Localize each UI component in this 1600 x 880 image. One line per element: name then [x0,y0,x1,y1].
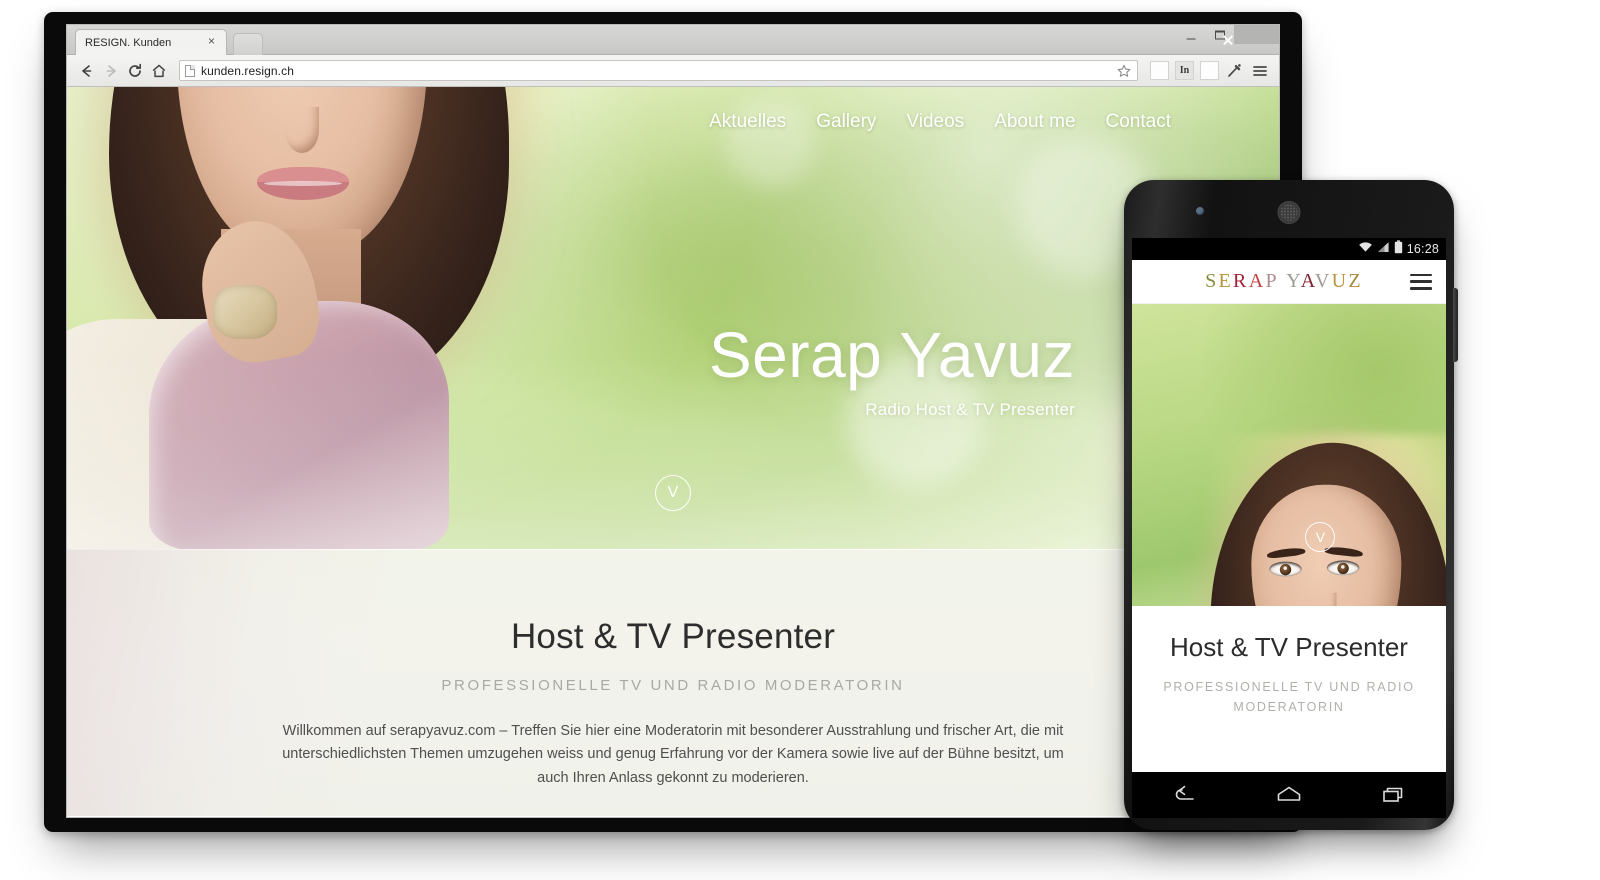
logo-letter: Y [1286,270,1301,292]
logo-letter: R [1233,270,1249,292]
nav-item-gallery[interactable]: Gallery [816,111,876,133]
recents-nav-icon[interactable] [1371,780,1417,810]
reload-icon[interactable] [123,59,147,83]
hero-title: Serap Yavuz [708,319,1075,391]
hamburger-menu-icon[interactable] [1249,60,1271,82]
browser-toolbar: kunden.resign.ch In [67,55,1279,87]
browser-tab-strip: RESIGN. Kunden × [67,25,1279,55]
mobile-intro-subheading: PROFESSIONELLE TV UND RADIO MODERATORIN [1163,680,1415,714]
window-minimize-button[interactable] [1176,25,1205,44]
logo-letter: E [1218,270,1234,292]
android-status-bar: 16:28 [1132,238,1446,260]
hero-section: Aktuelles Gallery Videos About me Contac… [67,87,1279,549]
hero-text-block: Serap Yavuz Radio Host & TV Presenter [708,319,1075,420]
logo-letter: Z [1348,270,1363,292]
mobile-hero-section: V [1132,304,1446,606]
back-nav-icon[interactable] [1161,780,1207,810]
hero-subtitle: Radio Host & TV Presenter [865,400,1075,420]
extension-linkedin-icon[interactable]: In [1175,61,1194,80]
desktop-monitor-frame: RESIGN. Kunden × kunden.resign.ch In Akt… [44,12,1302,832]
tab-close-icon[interactable]: × [205,35,218,48]
new-tab-button[interactable] [233,33,263,55]
logo-letter: U [1331,270,1349,292]
logo-letter: A [1248,270,1266,292]
hero-portrait-photo [67,87,613,549]
nav-item-contact[interactable]: Contact [1106,111,1171,133]
front-camera-icon [1196,207,1204,215]
mobile-site-header: SERAP YAVUZ [1132,260,1446,304]
mobile-intro-heading: Host & TV Presenter [1170,632,1408,662]
mobile-intro-section: Host & TV Presenter PROFESSIONELLE TV UN… [1132,606,1446,772]
extension-blank-2[interactable] [1200,61,1219,80]
logo-letter: V [1314,270,1332,292]
address-bar[interactable]: kunden.resign.ch [179,60,1138,81]
intro-body-text: Willkommen auf serapyavuz.com – Treffen … [282,723,1064,786]
mobile-scroll-down-button[interactable]: V [1305,522,1336,552]
forward-arrow-icon[interactable] [99,59,123,83]
logo-letter: P [1265,270,1279,292]
home-icon[interactable] [147,59,171,83]
battery-icon [1394,239,1403,259]
site-navigation: Aktuelles Gallery Videos About me Contac… [709,111,1171,133]
intro-section: Host & TV Presenter PROFESSIONELLE TV UN… [67,549,1279,816]
mobile-phone-frame: 16:28 SERAP YAVUZ V Host & TV Presenter … [1124,180,1458,830]
intro-subheading: PROFESSIONELLE TV UND RADIO MODERATORIN [441,677,905,694]
intro-heading: Host & TV Presenter [510,617,836,656]
magic-wand-icon[interactable] [1223,60,1245,82]
star-icon[interactable] [1117,64,1131,83]
nav-item-videos[interactable]: Videos [906,111,964,133]
logo-letter: A [1300,270,1315,292]
window-close-button[interactable] [1234,25,1279,44]
home-nav-icon[interactable] [1266,780,1312,810]
back-arrow-icon[interactable] [75,59,99,83]
scroll-down-button[interactable]: V [655,475,691,511]
browser-tab-title: RESIGN. Kunden [85,36,172,49]
mobile-site-logo[interactable]: SERAP YAVUZ [1132,270,1410,293]
url-text: kunden.resign.ch [201,63,294,78]
mobile-hero-portrait-photo [1177,434,1446,606]
chevron-down-icon: V [667,483,679,501]
wifi-icon [1358,240,1373,258]
mockup-stage: RESIGN. Kunden × kunden.resign.ch In Akt… [0,0,1600,880]
page-info-icon [185,64,195,77]
extension-blank-1[interactable] [1150,61,1169,80]
earpiece-speaker [1277,201,1301,224]
browser-tab[interactable]: RESIGN. Kunden × [75,29,227,55]
desktop-monitor-screen: RESIGN. Kunden × kunden.resign.ch In Akt… [66,24,1280,818]
window-controls [1176,25,1279,55]
nav-item-aktuelles[interactable]: Aktuelles [709,111,786,133]
android-navigation-bar [1132,772,1446,818]
logo-letter: S [1205,270,1219,292]
cell-signal-icon [1377,240,1390,258]
website-viewport: Aktuelles Gallery Videos About me Contac… [67,87,1279,816]
chevron-down-icon: V [1315,528,1326,545]
nav-item-about-me[interactable]: About me [994,111,1075,133]
status-bar-time: 16:28 [1406,242,1439,256]
mobile-hamburger-menu-icon[interactable] [1410,273,1432,290]
mobile-screen: 16:28 SERAP YAVUZ V Host & TV Presenter … [1132,238,1446,772]
